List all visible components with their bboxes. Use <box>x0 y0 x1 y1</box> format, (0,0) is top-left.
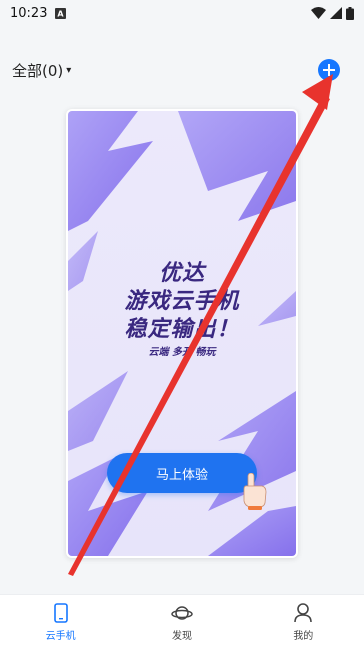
header: 全部(0) ▾ <box>0 52 364 88</box>
a-letter-icon: A <box>55 7 67 19</box>
tab-cloud-phone[interactable]: 云手机 <box>0 595 121 649</box>
tab-label-discover: 发现 <box>171 631 192 642</box>
filter-label: 全部(0) <box>12 62 64 80</box>
chevron-down-icon: ▾ <box>66 65 72 76</box>
promo-card: 优达 游戏云手机 稳定输出！ 云端 多开 畅玩 马上体验 <box>66 109 298 558</box>
promo-title-line3: 稳定输出！ <box>124 317 240 342</box>
try-now-button[interactable]: 马上体验 <box>107 453 257 493</box>
status-bar: 10:23 A <box>0 0 364 26</box>
plus-circle-icon <box>323 64 335 76</box>
device-filter-dropdown[interactable]: 全部(0) ▾ <box>12 60 71 81</box>
planet-icon <box>171 606 193 620</box>
status-left: 10:23 A <box>10 5 67 21</box>
tab-discover[interactable]: 发现 <box>121 595 242 649</box>
tab-mine[interactable]: 我的 <box>243 595 364 649</box>
person-icon <box>294 603 313 623</box>
add-device-button[interactable] <box>318 59 340 81</box>
battery-icon <box>346 6 354 20</box>
promo-subtitle: 云端 多开 畅玩 <box>148 347 216 358</box>
pointing-hand-icon <box>243 473 267 510</box>
tab-label-mine: 我的 <box>293 631 314 642</box>
status-time: 10:23 <box>10 5 48 21</box>
svg-text:A: A <box>58 9 65 18</box>
promo-banner: 优达 游戏云手机 稳定输出！ 云端 多开 畅玩 马上体验 <box>68 111 296 556</box>
tab-label-cloud-phone: 云手机 <box>45 631 76 642</box>
wifi-icon <box>311 7 326 19</box>
bottom-tab-bar: 云手机 发现 我的 <box>0 594 364 649</box>
status-right <box>311 6 354 20</box>
phone-icon <box>53 603 68 623</box>
signal-icon <box>330 7 342 19</box>
